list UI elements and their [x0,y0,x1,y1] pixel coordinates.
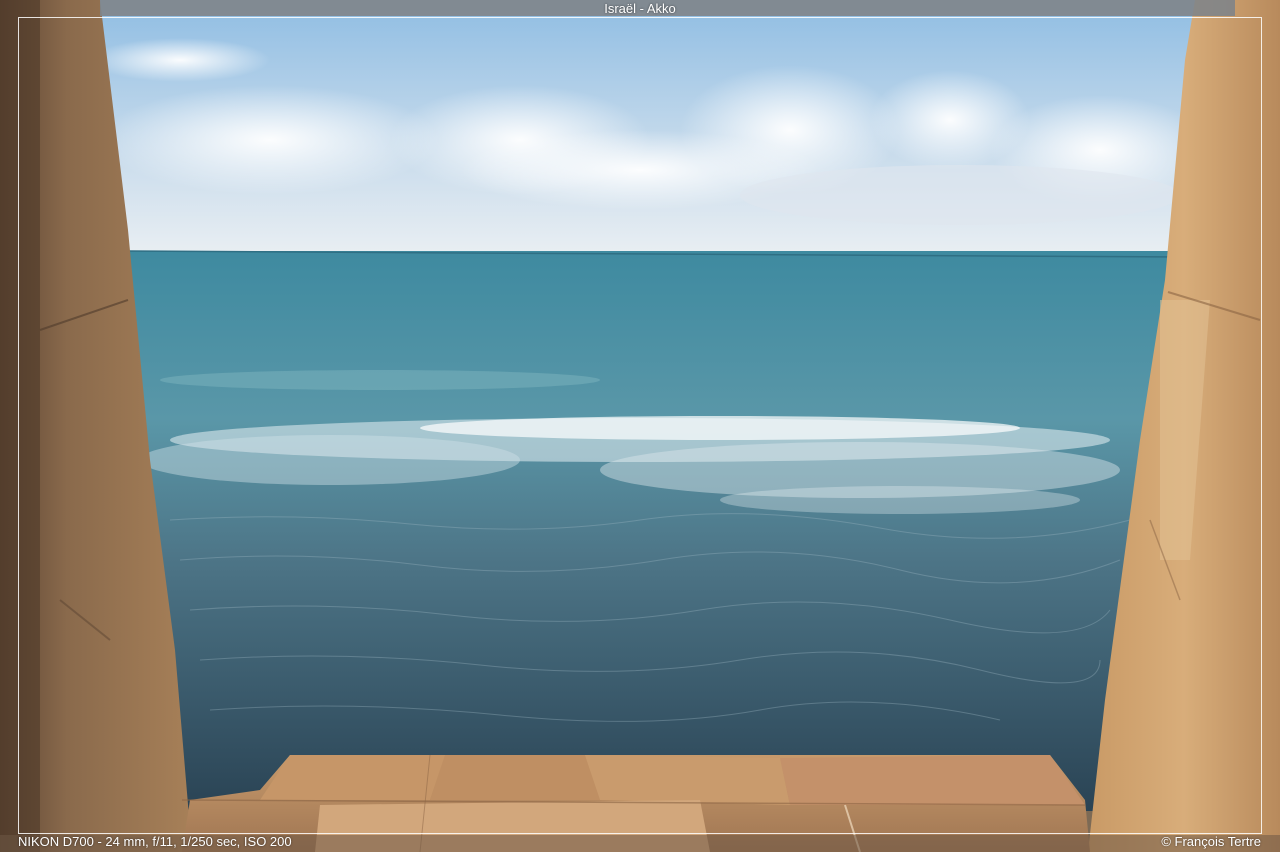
photograph [0,0,1280,852]
sea [100,251,1200,811]
photo-title: Israël - Akko [604,1,676,16]
copyright-caption: © François Tertre [1161,834,1261,849]
camera-exif-caption: NIKON D700 - 24 mm, f/11, 1/250 sec, ISO… [18,834,292,849]
